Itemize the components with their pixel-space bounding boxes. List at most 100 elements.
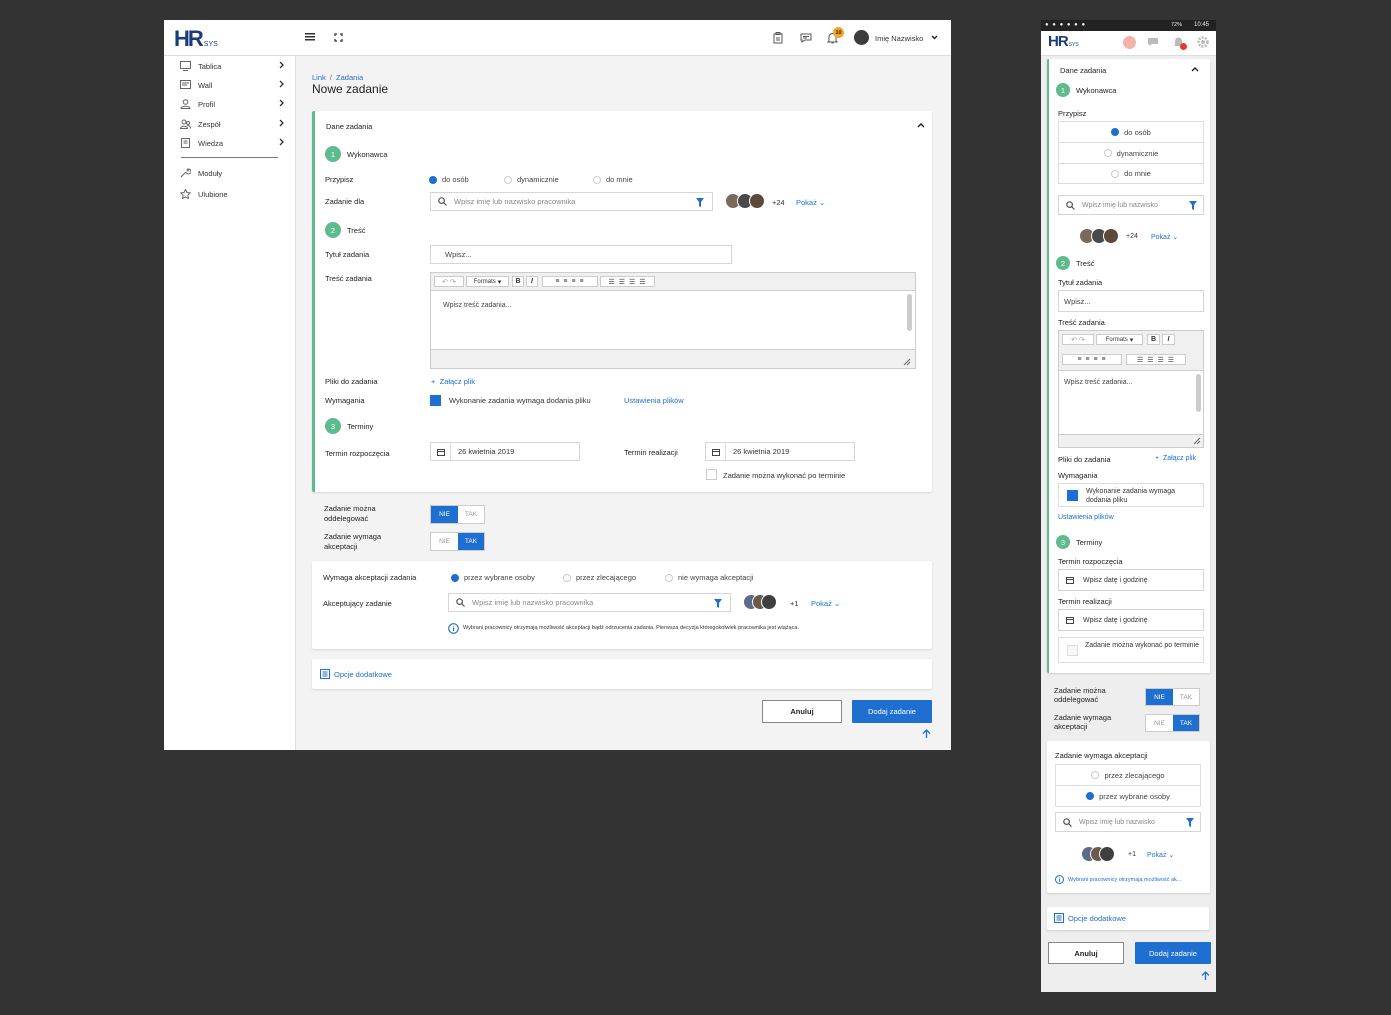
sidebar-item-wiedza[interactable]: Wiedza [164,134,296,153]
show-assignees-link[interactable]: Pokaż ⌄ [796,198,825,207]
radio-do-osob[interactable]: do osób [1059,122,1203,143]
arrow-up-icon[interactable] [922,729,931,739]
formats-dropdown[interactable]: Formats ▾ [1096,334,1143,345]
show-acceptors-link[interactable]: Pokaż ⌄ [811,599,840,608]
arrow-up-icon[interactable] [1201,971,1210,981]
user-name[interactable]: Imię Nazwisko [875,34,923,43]
show-assignees-link[interactable]: Pokaż ⌄ [1151,233,1178,241]
toggle-yes[interactable]: TAK [458,506,484,523]
start-date-input[interactable]: 26 kwietnia 2019 [430,442,580,461]
acceptor-search-input[interactable]: Wpisz imię lub nazwisko pracownika [448,593,731,612]
menu-icon[interactable] [305,33,315,41]
radio-dynamicznie[interactable]: dynamicznie [504,175,593,184]
toggle-no[interactable]: NIE [431,533,458,550]
scrollbar[interactable] [907,294,912,331]
assignee-avatars[interactable] [1079,227,1124,245]
sidebar-item-tablica[interactable]: Tablica [164,57,296,76]
toggle-yes[interactable]: TAK [1173,715,1199,731]
toggle-no[interactable]: NIE [1146,689,1173,705]
assignee-avatars[interactable] [725,192,771,210]
radio-do-mnie[interactable]: do mnie [1059,164,1203,183]
radio-no-acceptance[interactable]: nie wymaga akceptacji [665,573,753,582]
resize-handle-icon[interactable] [903,358,911,366]
breadcrumb-current[interactable]: Zadania [336,73,363,82]
bold-button[interactable]: B [512,276,524,287]
breadcrumb-link[interactable]: Link [312,73,326,82]
require-file-row[interactable]: Wykonanie zadania wymaga dodania pliku [1058,483,1204,507]
undo-redo-icon[interactable]: ↶ ↷ [1062,334,1094,345]
file-settings-link[interactable]: Ustawienia plików [1058,514,1114,521]
italic-button[interactable]: I [1162,334,1175,345]
attach-file-link[interactable]: + Załącz plik [1155,455,1196,462]
radio-selected-people[interactable]: przez wybrane osoby [451,573,563,582]
task-title-input[interactable]: Wpisz... [1058,290,1204,312]
end-date-input[interactable]: 26 kwietnia 2019 [705,442,855,461]
radio-selected-people[interactable]: przez wybrane osoby [1056,786,1200,806]
add-task-button[interactable]: Dodaj zadanie [852,700,932,723]
toggle-yes[interactable]: TAK [1173,689,1199,705]
filter-icon[interactable] [714,599,722,608]
bold-button[interactable]: B [1147,334,1160,345]
chevron-up-icon[interactable] [1191,67,1199,72]
file-settings-link[interactable]: Ustawienia plików [624,396,684,405]
late-completion-checkbox[interactable] [1067,645,1078,656]
italic-button[interactable]: I [526,276,538,287]
attach-file-link[interactable]: + Załącz plik [431,377,475,386]
filter-icon[interactable] [1186,818,1194,827]
align-buttons[interactable]: ≡ ≡ ≡ ≡ [1062,354,1122,365]
toggle-no[interactable]: NIE [1146,715,1173,731]
radio-ordering-person[interactable]: przez zlecającego [563,573,665,582]
extra-options-card[interactable]: Opcje dodatkowe [312,659,932,689]
employee-search-input[interactable]: Wpisz imię lub nazwisko [1058,195,1204,215]
list-indent-buttons[interactable]: ☰ ☰ ☰ ☰ [600,276,655,287]
toggle-yes[interactable]: TAK [458,533,484,550]
sidebar-item-ulubione[interactable]: Ulubione [164,185,296,204]
task-title-input[interactable]: Wpisz... [430,245,732,264]
fullscreen-icon[interactable] [334,33,343,42]
acceptor-search-input[interactable]: Wpisz imię lub nazwisko [1055,812,1201,832]
resize-handle-icon[interactable] [1193,437,1201,445]
app-logo[interactable]: HRSYS [174,26,218,52]
late-completion-checkbox[interactable] [706,469,717,480]
radio-do-osob[interactable]: do osób [429,175,504,184]
cancel-button[interactable]: Anuluj [762,700,842,723]
require-file-checkbox[interactable] [430,395,441,406]
undo-redo-icon[interactable]: ↶ ↷ [434,276,464,287]
formats-dropdown[interactable]: Formats ▾ [466,276,509,287]
extra-options-label[interactable]: Opcje dodatkowe [334,670,392,679]
sidebar-item-zespol[interactable]: Zespół [164,115,296,134]
scrollbar[interactable] [1196,374,1201,412]
extra-options-label[interactable]: Opcje dodatkowe [1068,914,1126,923]
show-acceptors-link[interactable]: Pokaż ⌄ [1147,851,1174,859]
chat-icon[interactable] [800,33,812,43]
gear-icon[interactable] [1197,36,1209,48]
require-file-checkbox[interactable] [1067,490,1078,501]
filter-icon[interactable] [696,198,704,207]
start-date-input[interactable]: Wpisz datę i godzinę [1058,569,1204,591]
extra-options-card[interactable]: Opcje dodatkowe [1047,907,1209,930]
clipboard-icon[interactable] [773,32,783,44]
chevron-up-icon[interactable] [917,123,925,128]
delegate-toggle[interactable]: NIE TAK [1145,688,1200,706]
acceptance-toggle[interactable]: NIE TAK [1145,714,1200,732]
late-completion-row[interactable]: Zadanie można wykonać po terminie [1058,637,1204,663]
task-body-input[interactable]: Wpisz treść zadania... [443,302,511,309]
radio-ordering-person[interactable]: przez zlecającego [1056,765,1200,786]
employee-search-input[interactable]: Wpisz imię lub nazwisko pracownika [430,192,713,211]
acceptance-toggle[interactable]: NIE TAK [430,532,485,551]
avatar[interactable] [1123,36,1136,49]
sidebar-item-moduly[interactable]: Moduły [164,164,296,183]
chevron-down-icon[interactable] [931,35,938,40]
add-task-button[interactable]: Dodaj zadanie [1135,942,1211,964]
acceptor-avatars[interactable] [1081,845,1121,863]
avatar[interactable] [854,30,869,45]
task-body-input[interactable]: Wpisz treść zadania... [1064,379,1132,386]
end-date-input[interactable]: Wpisz datę i godzinę [1058,609,1204,631]
radio-do-mnie[interactable]: do mnie [593,175,633,184]
radio-dynamicznie[interactable]: dynamicznie [1059,143,1203,164]
filter-icon[interactable] [1189,201,1197,210]
toggle-no[interactable]: NIE [431,506,458,523]
chat-icon[interactable] [1147,37,1159,47]
cancel-button[interactable]: Anuluj [1048,942,1124,964]
delegate-toggle[interactable]: NIE TAK [430,505,485,524]
